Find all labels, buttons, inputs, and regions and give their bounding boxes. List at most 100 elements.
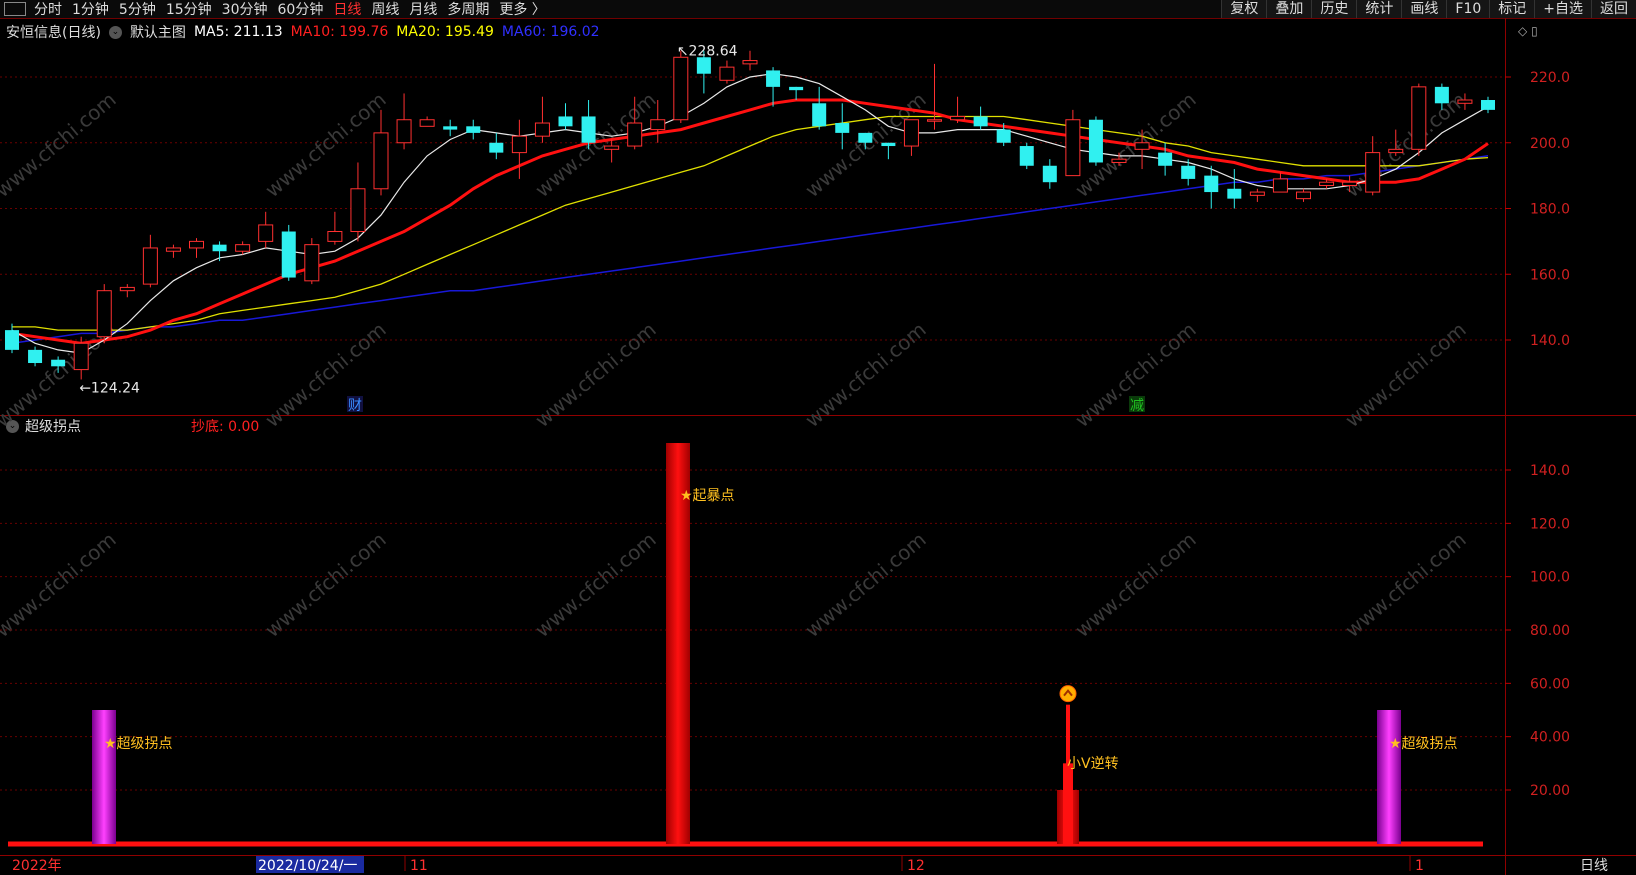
signal-label: ★超级拐点 [104, 736, 173, 752]
kline-chart[interactable]: www.cfchi.com www.cfchi.com www.cfchi.com w… [0, 0, 1636, 875]
y-tick-label: 220.0 [1530, 70, 1570, 86]
candle-body [189, 240, 204, 249]
signal-bar [1377, 710, 1401, 844]
signal-coin-icon [1059, 685, 1077, 703]
candle-body [281, 231, 296, 278]
signal-bar [1066, 704, 1070, 844]
candle-body [1181, 165, 1196, 179]
candle-body [1065, 119, 1081, 177]
candle-body [1088, 119, 1103, 163]
watermark-text: www.cfchi.com [1070, 527, 1200, 642]
candle-body [466, 126, 481, 133]
candle-body [73, 342, 89, 371]
x-axis-label: 2022年 [12, 858, 62, 874]
candle-body [28, 349, 43, 364]
watermark-text: www.cfchi.com [0, 527, 121, 642]
candle-body [5, 330, 19, 350]
candle-body [165, 247, 181, 252]
candle-body [1204, 175, 1219, 193]
x-axis-label: 12 [907, 858, 925, 874]
candle-body [766, 70, 781, 87]
candle-body [604, 145, 620, 150]
candle-body [1457, 99, 1473, 104]
candle-body [1434, 86, 1449, 104]
candle-body [396, 119, 412, 144]
watermark-text: www.cfchi.com [800, 317, 930, 432]
candle-body [696, 57, 711, 74]
candle-body [258, 224, 274, 242]
candle-body [443, 126, 458, 130]
candle-body [511, 135, 527, 154]
y-tick-label: 160.0 [1530, 267, 1570, 283]
candle-body [950, 115, 966, 121]
y-tick-label: 200.0 [1530, 136, 1570, 152]
candle-body [327, 231, 343, 242]
watermark-text: www.cfchi.com [260, 527, 390, 642]
candle-body [1319, 181, 1335, 186]
candle-body [142, 247, 158, 285]
candle-body [1342, 181, 1358, 186]
watermark-text: www.cfchi.com [1070, 317, 1200, 432]
period-label: 日线 [1580, 858, 1608, 874]
candle-body [742, 60, 758, 65]
candle-body [534, 122, 550, 137]
candle-body [1249, 191, 1265, 196]
watermark-text: www.cfchi.com [260, 317, 390, 432]
watermark-text: www.cfchi.com [1340, 317, 1470, 432]
candle-body [789, 86, 804, 91]
candle-body [581, 116, 596, 143]
watermark-text: www.cfchi.com [0, 87, 121, 202]
candle-body [1365, 152, 1381, 193]
watermark-text: www.cfchi.com [1340, 527, 1470, 642]
ma60-line [11, 155, 1489, 345]
watermark-text: www.cfchi.com [530, 527, 660, 642]
candle-body [235, 244, 251, 252]
signal-label: 小V逆转 [1067, 756, 1119, 772]
candle-body [812, 103, 827, 127]
candle-body [51, 359, 66, 367]
candle-body [1111, 158, 1127, 163]
candle-body [1388, 148, 1404, 154]
y-tick-label: 60.00 [1530, 676, 1570, 692]
watermark-text: www.cfchi.com [530, 317, 660, 432]
candle-body [350, 188, 366, 233]
candle-body [373, 132, 389, 190]
candle-body [650, 119, 666, 131]
y-tick-label: 80.00 [1530, 623, 1570, 639]
candle-body [719, 66, 735, 81]
candle-body [119, 286, 135, 292]
signal-label: ★超级拐点 [1389, 736, 1458, 752]
candle-body [903, 119, 919, 147]
candle-body [1227, 188, 1242, 199]
candle-body [489, 142, 504, 153]
signal-bar [92, 710, 116, 844]
candle-body [419, 119, 435, 127]
candle-body [858, 132, 873, 143]
candle-body [1019, 146, 1034, 166]
y-tick-label: 180.0 [1530, 202, 1570, 218]
high-price-marker: ↖228.64 [677, 44, 738, 60]
event-marker: 减 [1130, 398, 1144, 414]
candle-body [1042, 165, 1057, 183]
candle-body [881, 142, 896, 147]
candle-body [835, 123, 850, 133]
candle-body [1272, 178, 1288, 193]
low-price-marker: ←124.24 [79, 380, 140, 396]
x-axis-label: 1 [1415, 858, 1424, 874]
candle-body [304, 244, 320, 282]
watermark-text: www.cfchi.com [1340, 87, 1470, 202]
event-marker: 财 [348, 398, 362, 414]
candle-body [1411, 86, 1427, 150]
candle-body [1158, 152, 1173, 166]
signal-label: ★起暴点 [680, 488, 735, 504]
candle-body [973, 116, 988, 127]
y-tick-label: 40.00 [1530, 730, 1570, 746]
y-tick-label: 140.0 [1530, 333, 1570, 349]
x-axis-label: 2022/10/24/一 [258, 858, 357, 874]
candle-body [627, 122, 643, 147]
candle-body [996, 129, 1011, 143]
watermark-text: www.cfchi.com [800, 527, 930, 642]
candle-body [212, 244, 227, 252]
candle-body [1296, 191, 1311, 200]
candle-body [927, 119, 942, 122]
